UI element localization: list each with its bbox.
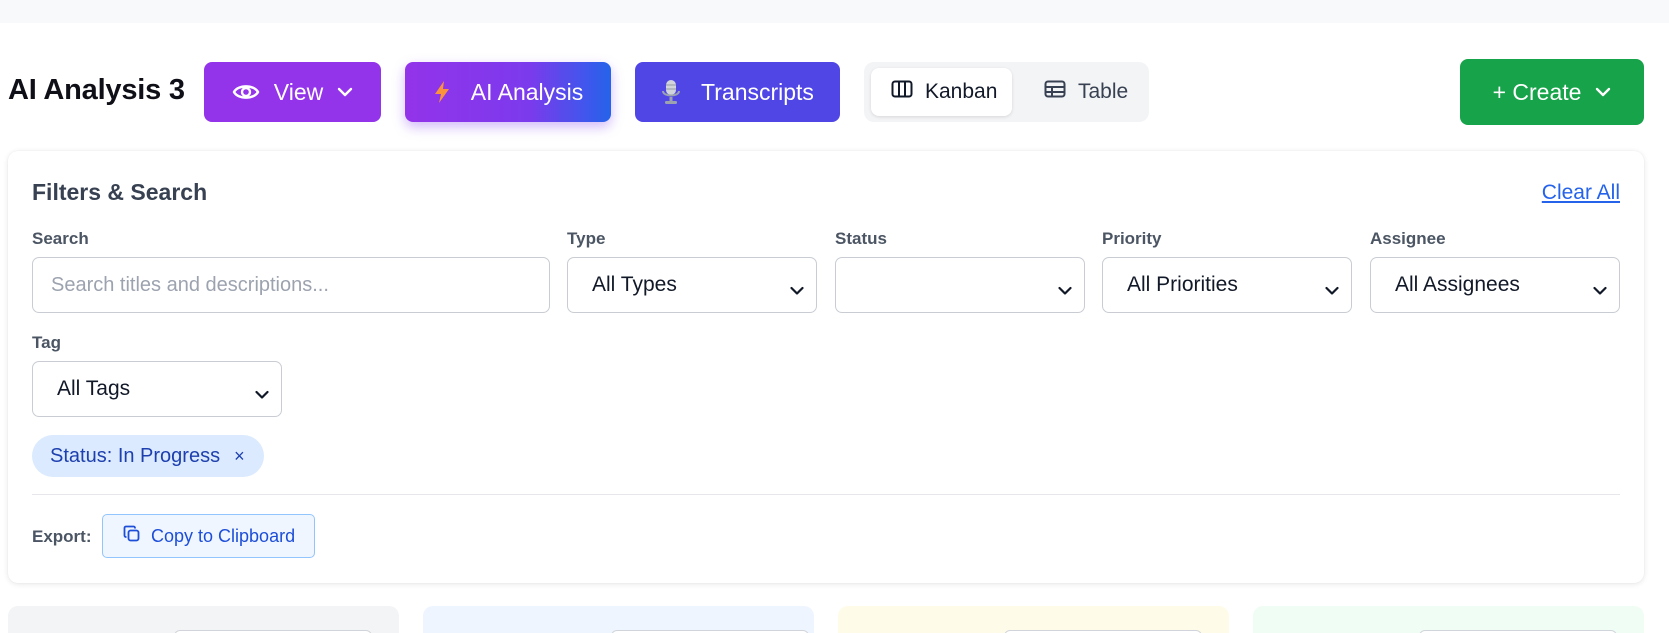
page-title: AI Analysis 3	[8, 74, 185, 106]
chevron-down-icon	[1058, 278, 1072, 302]
clear-all-link[interactable]: Clear All	[1542, 181, 1620, 205]
copy-icon	[123, 525, 151, 548]
assignee-select[interactable]: All Assignees	[1370, 257, 1620, 313]
search-input[interactable]: Search titles and descriptions...	[32, 257, 550, 313]
active-filter-chip: Status: In Progress ×	[32, 435, 264, 477]
kanban-column	[1253, 606, 1644, 633]
chevron-down-icon	[255, 382, 269, 406]
filters-title: Filters & Search	[32, 179, 208, 205]
copy-to-clipboard-button[interactable]: Copy to Clipboard	[102, 514, 315, 558]
copy-to-clipboard-label: Copy to Clipboard	[151, 525, 296, 546]
export-label: Export:	[32, 527, 92, 546]
ai-analysis-label: AI Analysis	[470, 78, 584, 105]
chevron-down-icon	[1325, 278, 1339, 302]
tag-select-value: All Tags	[57, 377, 131, 400]
eye-icon	[232, 81, 260, 103]
status-select[interactable]	[835, 257, 1085, 313]
status-label: Status	[835, 229, 887, 248]
page-header: AI Analysis 3 View AI Analysis Transcrip…	[0, 58, 1669, 125]
chevron-down-icon	[790, 278, 804, 302]
transcripts-button[interactable]: Transcripts	[635, 62, 840, 122]
create-button-label: + Create	[1492, 78, 1582, 105]
kanban-icon	[891, 80, 925, 104]
lightning-icon	[433, 80, 451, 104]
kanban-toggle[interactable]: Kanban	[871, 68, 1012, 116]
microphone-icon	[661, 79, 681, 105]
priority-label: Priority	[1102, 229, 1162, 248]
table-icon	[1044, 80, 1078, 104]
tag-label: Tag	[32, 333, 61, 352]
assignee-label: Assignee	[1370, 229, 1446, 248]
transcripts-label: Transcripts	[701, 78, 814, 105]
table-toggle[interactable]: Table	[1034, 68, 1146, 116]
chevron-down-icon	[1595, 87, 1611, 97]
search-placeholder: Search titles and descriptions...	[51, 273, 329, 296]
top-band	[0, 0, 1669, 23]
search-label: Search	[32, 229, 89, 248]
view-button[interactable]: View	[204, 62, 381, 122]
divider	[32, 494, 1620, 495]
tag-select[interactable]: All Tags	[32, 361, 282, 417]
chevron-down-icon	[337, 87, 353, 97]
type-select-value: All Types	[592, 273, 677, 296]
chevron-down-icon	[1593, 278, 1607, 302]
kanban-column	[423, 606, 814, 633]
type-label: Type	[567, 229, 606, 248]
priority-select-value: All Priorities	[1127, 273, 1238, 296]
view-mode-toggle: Kanban Table	[864, 62, 1149, 122]
create-button[interactable]: + Create	[1460, 59, 1644, 125]
priority-select[interactable]: All Priorities	[1102, 257, 1352, 313]
type-select[interactable]: All Types	[567, 257, 817, 313]
kanban-column	[8, 606, 399, 633]
assignee-select-value: All Assignees	[1395, 273, 1520, 296]
remove-filter-button[interactable]: ×	[234, 446, 245, 467]
ai-analysis-button[interactable]: AI Analysis	[405, 62, 611, 122]
kanban-column	[838, 606, 1229, 633]
table-label: Table	[1078, 80, 1129, 103]
kanban-label: Kanban	[925, 80, 998, 103]
active-filter-chip-label: Status: In Progress	[50, 444, 221, 467]
filters-panel: Filters & Search Clear All Search Search…	[8, 151, 1644, 583]
view-button-label: View	[273, 78, 324, 105]
